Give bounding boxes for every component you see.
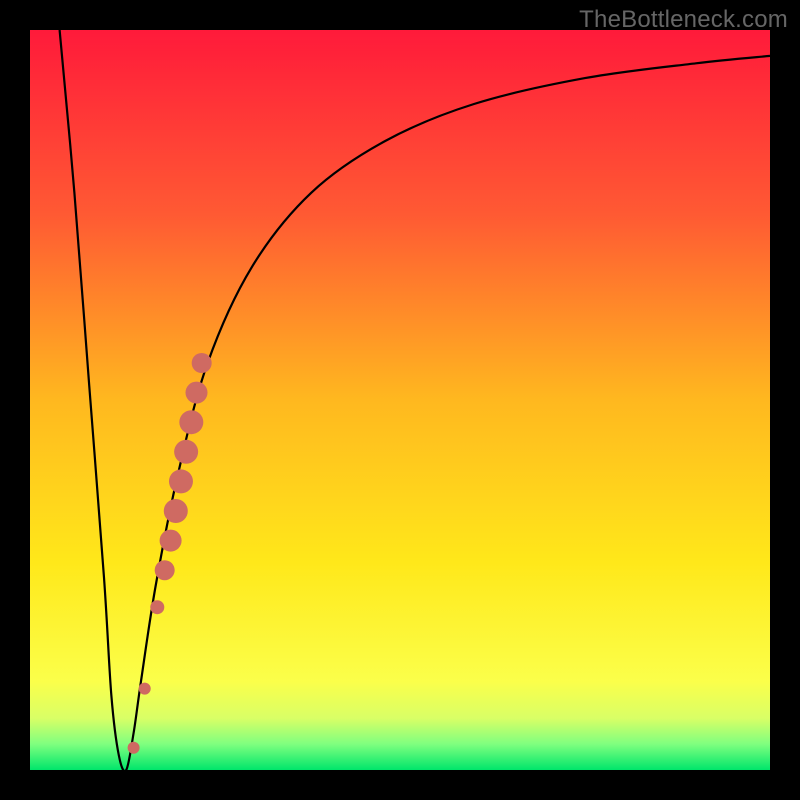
highlight-dot — [179, 410, 203, 434]
highlight-dot — [160, 530, 182, 552]
bottleneck-curve — [60, 30, 770, 770]
highlight-dot — [155, 560, 175, 580]
highlight-dot — [164, 499, 188, 523]
highlight-dot — [139, 683, 151, 695]
plot-area — [30, 30, 770, 770]
curve-layer — [30, 30, 770, 770]
highlight-dot — [169, 469, 193, 493]
highlight-dot — [150, 600, 164, 614]
highlight-dot — [192, 353, 212, 373]
highlight-dot — [128, 742, 140, 754]
highlight-dot — [174, 440, 198, 464]
highlight-dot — [186, 382, 208, 404]
chart-frame: TheBottleneck.com — [0, 0, 800, 800]
